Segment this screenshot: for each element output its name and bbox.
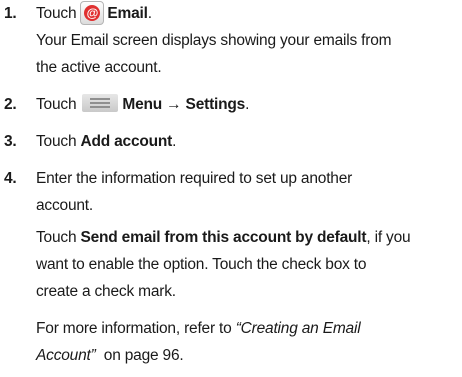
menu-icon <box>82 94 119 113</box>
paragraph-line: want to enable the option. Touch the che… <box>36 256 367 273</box>
instruction-document: 1. Touch @ Email. Your Email screen displa… <box>4 0 458 369</box>
step-description-line: Your Email screen displays showing your … <box>36 32 392 49</box>
step-number: 1. <box>4 5 17 22</box>
reference-paragraph-line: Account” on page 96. <box>36 342 458 369</box>
email-icon: @ <box>80 0 105 25</box>
step-target-label: Add account <box>80 133 173 150</box>
step-number: 4. <box>4 170 17 187</box>
step-4: 4. Enter the information required to set… <box>4 165 458 369</box>
touch-text: Touch <box>36 229 77 246</box>
touch-text: Touch <box>36 133 77 150</box>
touch-text: Touch <box>36 96 77 113</box>
step-period: . <box>147 5 152 22</box>
step-2: 2. Touch Menu → Settings. <box>4 91 458 118</box>
default-account-paragraph: Touch Send email from this account by de… <box>36 224 458 251</box>
step-target-label: Menu → Settings <box>122 96 246 113</box>
step-target-label: Email <box>107 5 148 22</box>
reference-link-continued[interactable]: Account” <box>36 347 96 364</box>
step-instruction-line: account. <box>36 197 93 214</box>
touch-text: Touch <box>36 5 77 22</box>
step-3: 3. Touch Add account. <box>4 128 458 155</box>
step-instruction-line: Enter the information required to set up… <box>36 170 353 187</box>
step-instruction: Touch @ Email. <box>36 0 458 27</box>
step-number: 2. <box>4 96 17 113</box>
reference-paragraph: For more information, refer to “Creating… <box>36 315 458 342</box>
page-reference: on page 96. <box>103 347 184 364</box>
paragraph-line: create a check mark. <box>36 283 176 300</box>
reference-link[interactable]: “Creating an Email <box>236 320 361 337</box>
step-instruction: Touch Menu → Settings. <box>36 91 458 118</box>
step-period: . <box>172 133 177 150</box>
step-period: . <box>245 96 250 113</box>
step-description-line: the active account. <box>36 59 162 76</box>
default-account-option: Send email from this account by default <box>80 229 367 246</box>
step-number: 3. <box>4 133 17 150</box>
reference-text: For more information, refer to <box>36 320 232 337</box>
email-icon-glyph: @ <box>84 4 101 21</box>
step-1: 1. Touch @ Email. Your Email screen displa… <box>4 0 458 81</box>
step-instruction: Touch Add account. <box>36 128 458 155</box>
paragraph-text: , if you <box>366 229 411 246</box>
